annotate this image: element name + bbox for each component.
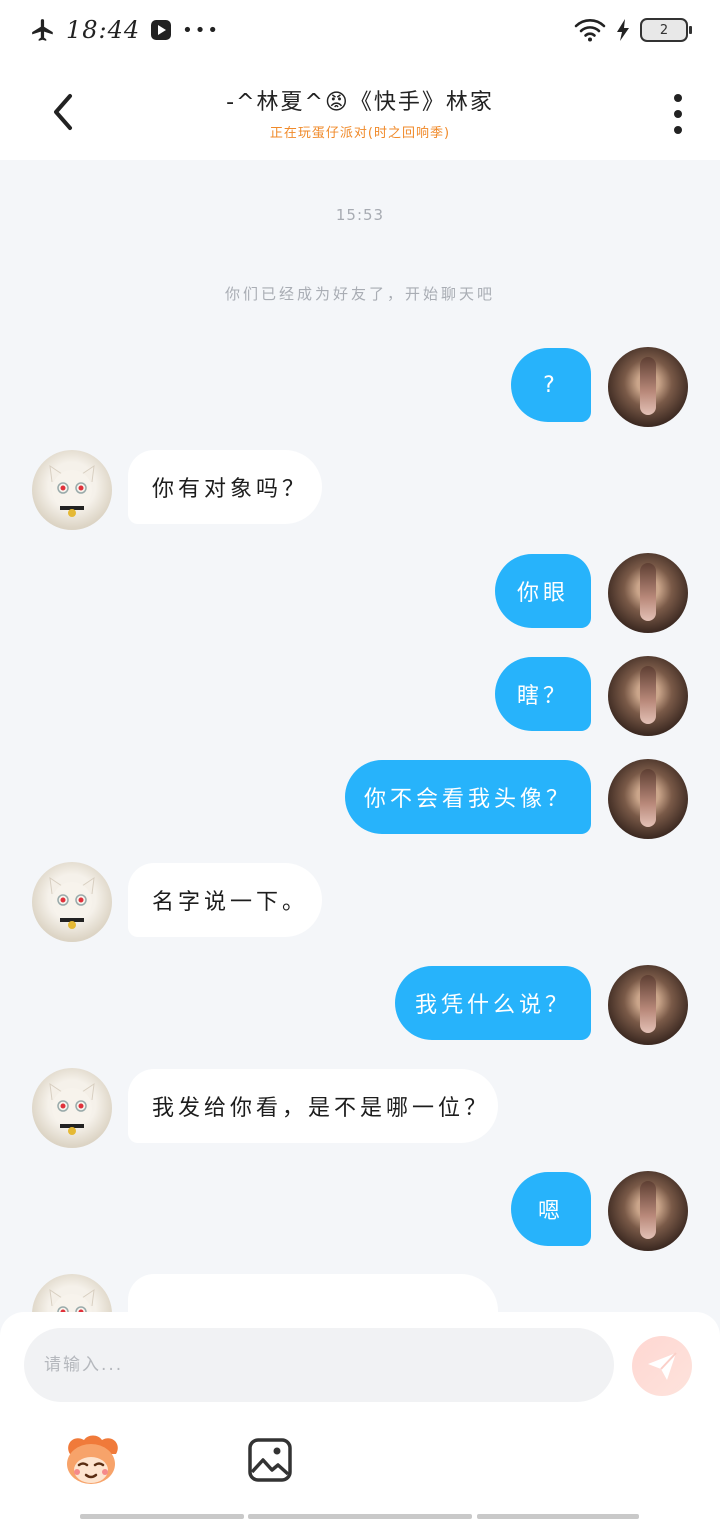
status-right: 2 (574, 18, 692, 42)
status-bar: 18:44 ••• 2 (0, 0, 720, 64)
tab-indicator-3 (477, 1514, 639, 1519)
battery-level: 2 (659, 22, 669, 38)
self-avatar[interactable] (608, 553, 688, 633)
message-bubble-self[interactable]: 你眼 (495, 554, 591, 628)
screen-record-icon (151, 20, 172, 40)
more-vertical-icon[interactable] (672, 94, 684, 134)
battery-indicator: 2 (640, 18, 692, 42)
chat-title-block: -^林夏^😡《快手》林家 正在玩蛋仔派对(时之回响季) (160, 84, 560, 141)
self-avatar[interactable] (608, 759, 688, 839)
self-avatar[interactable] (608, 347, 688, 427)
tab-indicator-1 (80, 1514, 244, 1519)
chat-title: -^林夏^😡《快手》林家 (226, 90, 494, 115)
wifi-icon (574, 19, 606, 42)
self-avatar[interactable] (608, 965, 688, 1045)
message-bubble-self[interactable]: 瞎？ (495, 657, 591, 731)
status-time: 18:44 (66, 16, 141, 44)
message-bubble-self[interactable]: 嗯 (511, 1172, 591, 1246)
back-arrow-icon[interactable] (44, 90, 84, 134)
self-avatar[interactable] (608, 1171, 688, 1251)
send-icon (648, 1352, 677, 1380)
contact-avatar[interactable] (32, 862, 112, 942)
system-message: 你们已经成为好友了，开始聊天吧 (224, 285, 495, 303)
status-more-dots: ••• (182, 19, 221, 41)
contact-avatar[interactable] (32, 450, 112, 530)
contact-avatar[interactable] (32, 1068, 112, 1148)
message-composer (0, 1312, 720, 1520)
chat-subtitle: 正在玩蛋仔派对(时之回响季) (269, 126, 451, 141)
image-picker-button[interactable] (246, 1436, 294, 1484)
send-button[interactable] (632, 1336, 692, 1396)
cat-avatar-figure (49, 464, 95, 517)
cat-avatar-figure (49, 876, 95, 929)
cat-avatar-figure (49, 1082, 95, 1135)
chat-header: -^林夏^😡《快手》林家 正在玩蛋仔派对(时之回响季) (0, 64, 720, 160)
message-input[interactable] (24, 1328, 614, 1402)
emoji-character-icon (67, 1435, 118, 1484)
chat-timestamp: 15:53 (335, 206, 385, 224)
status-left: 18:44 ••• (30, 16, 220, 44)
message-bubble-self[interactable]: ? (511, 348, 591, 422)
message-bubble-self[interactable]: 你不会看我头像？ (345, 760, 591, 834)
self-avatar[interactable] (608, 656, 688, 736)
message-bubble-contact[interactable]: 我发给你看，是不是哪一位？ (128, 1069, 498, 1143)
message-bubble-self[interactable]: 我凭什么说？ (395, 966, 591, 1040)
image-icon (248, 1438, 292, 1482)
emoji-button[interactable] (60, 1432, 122, 1488)
tab-indicator-2 (248, 1514, 472, 1519)
message-bubble-contact[interactable]: 你有对象吗？ (128, 450, 322, 524)
message-bubble-contact[interactable]: 名字说一下。 (128, 863, 322, 937)
airplane-mode-icon (32, 19, 53, 41)
charging-bolt-icon (617, 19, 629, 41)
